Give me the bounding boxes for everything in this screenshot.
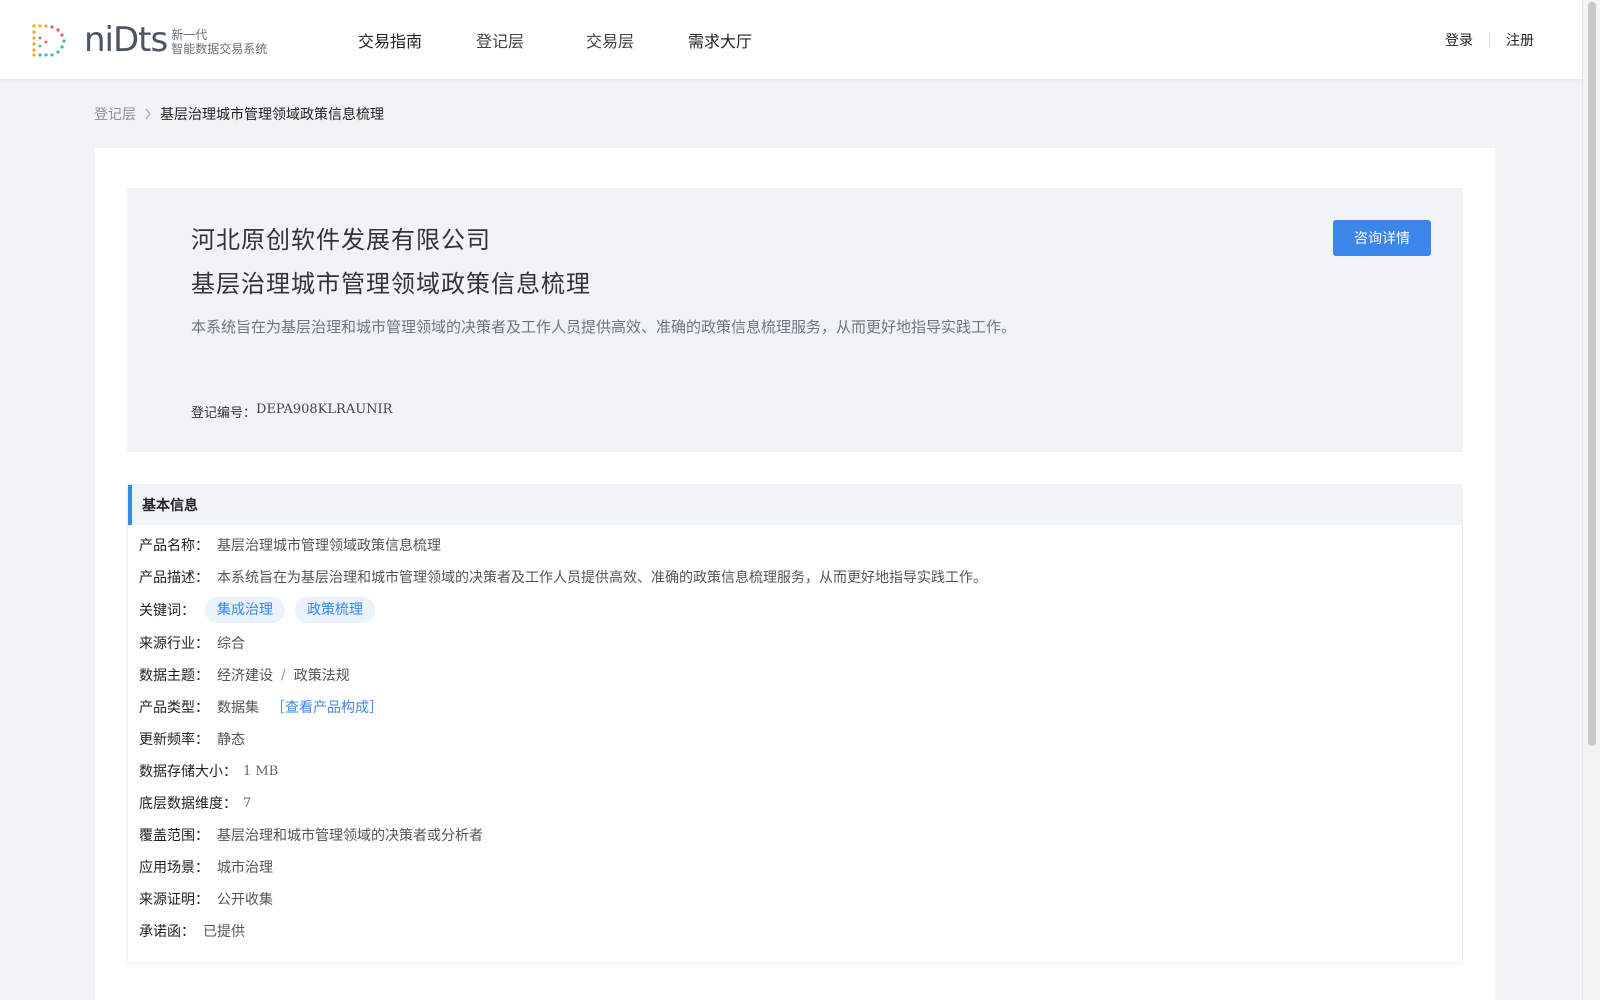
top-header: niDts 新一代 智能数据交易系统 交易指南 登记层 交易层 需求大厅 登录 … — [0, 0, 1582, 79]
data-theme-secondary: 政策法规 — [293, 668, 350, 684]
source-proof-label: 来源证明： — [139, 892, 209, 908]
nav-item-trading-layer[interactable]: 交易层 — [586, 28, 634, 52]
auth-divider — [1489, 32, 1490, 47]
industry-value: 综合 — [217, 636, 245, 652]
info-row-data-dimension: 底层数据维度： 7 — [139, 787, 1462, 819]
info-row-source-proof: 来源证明： 公开收集 — [139, 883, 1462, 915]
data-theme-label: 数据主题： — [139, 668, 209, 684]
application-scenario-label: 应用场景： — [139, 860, 209, 876]
product-title: 基层治理城市管理领域政策信息梳理 — [191, 270, 591, 298]
nav-item-demand-hall[interactable]: 需求大厅 — [688, 28, 752, 52]
product-summary: 本系统旨在为基层治理和城市管理领域的决策者及工作人员提供高效、准确的政策信息梳理… — [191, 318, 1017, 336]
nav-item-guide[interactable]: 交易指南 — [358, 28, 422, 52]
source-proof-value: 公开收集 — [217, 892, 273, 908]
consult-details-button[interactable]: 咨询详情 — [1333, 220, 1431, 256]
product-name-label: 产品名称： — [139, 538, 209, 554]
page-scrollbar[interactable] — [1582, 0, 1600, 1000]
commitment-letter-value: 已提供 — [203, 924, 245, 940]
chevron-right-icon — [140, 107, 156, 121]
data-theme-primary: 经济建设 — [217, 668, 273, 684]
breadcrumb-current: 基层治理城市管理领域政策信息梳理 — [160, 107, 384, 123]
logo-wordmark: niDts — [84, 20, 168, 60]
login-link[interactable]: 登录 — [1445, 30, 1473, 50]
breadcrumb: 登记层 基层治理城市管理领域政策信息梳理 — [94, 104, 384, 124]
view-product-composition-link[interactable]: ［查看产品构成］ — [271, 697, 383, 717]
storage-size-value: 1 MB — [243, 763, 279, 779]
breadcrumb-parent[interactable]: 登记层 — [94, 104, 136, 124]
update-frequency-value: 静态 — [217, 732, 245, 748]
product-description-value: 本系统旨在为基层治理和城市管理领域的决策者及工作人员提供高效、准确的政策信息梳理… — [217, 570, 987, 586]
keyword-tags: 集成治理 政策梳理 — [205, 597, 385, 623]
logo-tagline: 新一代 智能数据交易系统 — [171, 24, 267, 56]
nav-item-registry-layer[interactable]: 登记层 — [476, 28, 524, 52]
basic-info-list: 产品名称： 基层治理城市管理领域政策信息梳理 产品描述： 本系统旨在为基层治理和… — [128, 529, 1462, 947]
product-name-value: 基层治理城市管理领域政策信息梳理 — [217, 538, 441, 554]
keywords-label: 关键词： — [139, 603, 195, 619]
site-logo[interactable]: niDts 新一代 智能数据交易系统 — [30, 20, 267, 60]
product-detail-card: 河北原创软件发展有限公司 基层治理城市管理领域政策信息梳理 本系统旨在为基层治理… — [95, 148, 1495, 1000]
registration-number: 登记编号： DEPA908KLRAUNIR — [191, 402, 392, 421]
auth-links: 登录 注册 — [1445, 0, 1534, 79]
scrollbar-thumb[interactable] — [1588, 2, 1596, 746]
product-description-label: 产品描述： — [139, 570, 209, 586]
basic-info-panel: 基本信息 产品名称： 基层治理城市管理领域政策信息梳理 产品描述： 本系统旨在为… — [127, 484, 1463, 964]
data-dimension-label: 底层数据维度： — [139, 796, 237, 812]
info-row-coverage: 覆盖范围： 基层治理和城市管理领域的决策者或分析者 — [139, 819, 1462, 851]
registration-code: DEPA908KLRAUNIR — [256, 402, 393, 417]
info-row-industry: 来源行业： 综合 — [139, 627, 1462, 659]
registration-label: 登记编号： — [191, 406, 257, 421]
keyword-tag[interactable]: 集成治理 — [205, 597, 285, 623]
data-theme-separator: / — [281, 667, 286, 683]
data-dimension-value: 7 — [243, 795, 252, 811]
info-row-storage-size: 数据存储大小： 1 MB — [139, 755, 1462, 787]
product-type-value: 数据集 — [217, 700, 259, 716]
basic-info-heading: 基本信息 — [128, 485, 1462, 525]
info-row-update-frequency: 更新频率： 静态 — [139, 723, 1462, 755]
info-row-product-description: 产品描述： 本系统旨在为基层治理和城市管理领域的决策者及工作人员提供高效、准确的… — [139, 561, 1462, 593]
info-row-data-theme: 数据主题： 经济建设 / 政策法规 — [139, 659, 1462, 691]
storage-size-label: 数据存储大小： — [139, 764, 237, 780]
keyword-tag[interactable]: 政策梳理 — [295, 597, 375, 623]
info-row-commitment-letter: 承诺函： 已提供 — [139, 915, 1462, 947]
info-row-product-type: 产品类型： 数据集 ［查看产品构成］ — [139, 691, 1462, 723]
info-row-keywords: 关键词： 集成治理 政策梳理 — [139, 593, 1462, 627]
product-type-label: 产品类型： — [139, 700, 209, 716]
logo-tagline-line1: 新一代 — [171, 28, 208, 42]
industry-label: 来源行业： — [139, 636, 209, 652]
update-frequency-label: 更新频率： — [139, 732, 209, 748]
product-hero: 河北原创软件发展有限公司 基层治理城市管理领域政策信息梳理 本系统旨在为基层治理… — [127, 188, 1463, 452]
coverage-label: 覆盖范围： — [139, 828, 209, 844]
info-row-product-name: 产品名称： 基层治理城市管理领域政策信息梳理 — [139, 529, 1462, 561]
commitment-letter-label: 承诺函： — [139, 924, 195, 940]
main-nav: 交易指南 登记层 交易层 需求大厅 — [358, 0, 752, 79]
dotted-d-logo-icon — [32, 24, 66, 57]
logo-tagline-line2: 智能数据交易系统 — [171, 42, 268, 56]
coverage-value: 基层治理和城市管理领域的决策者或分析者 — [217, 828, 483, 844]
application-scenario-value: 城市治理 — [217, 860, 273, 876]
company-name: 河北原创软件发展有限公司 — [191, 226, 491, 254]
register-link[interactable]: 注册 — [1506, 30, 1534, 50]
info-row-application-scenario: 应用场景： 城市治理 — [139, 851, 1462, 883]
